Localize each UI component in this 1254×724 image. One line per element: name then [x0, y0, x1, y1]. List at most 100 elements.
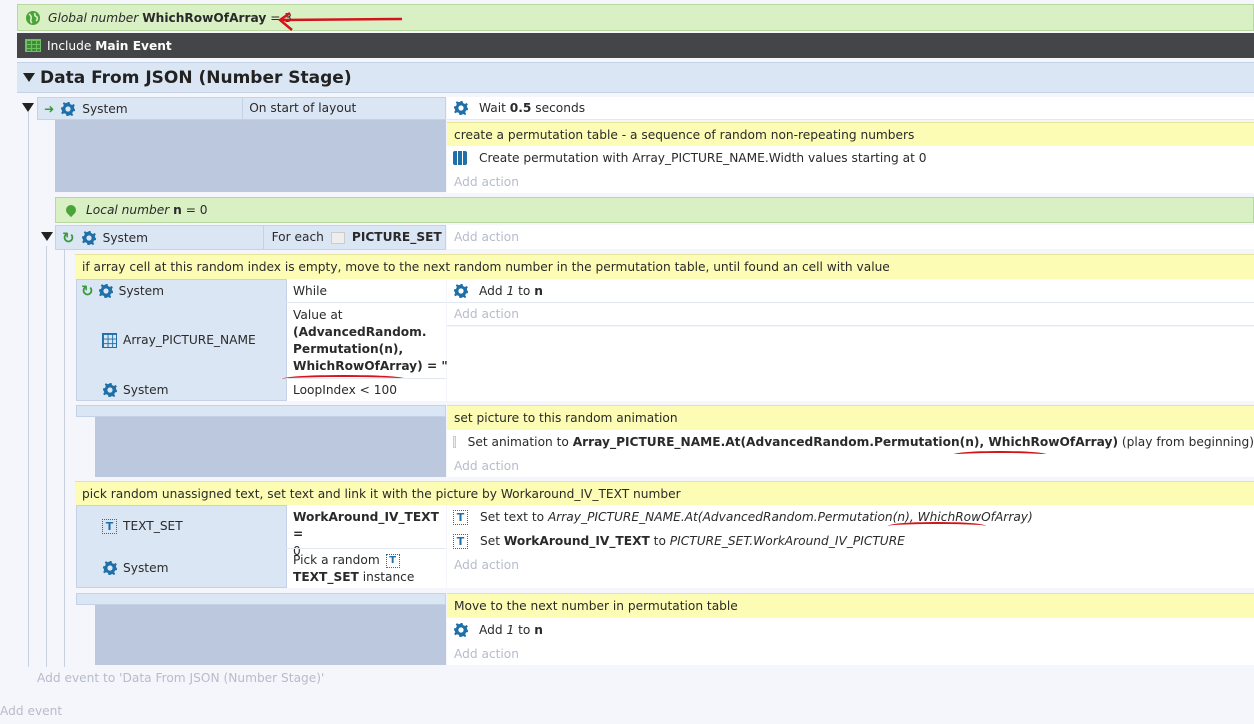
- gear-icon: [81, 230, 96, 245]
- add-event-to-group-link[interactable]: Add event to 'Data From JSON (Number Sta…: [37, 671, 324, 685]
- set-text-label: Set text to: [480, 510, 545, 524]
- gear-icon: [98, 284, 113, 298]
- next-add-action[interactable]: Add action: [447, 642, 1254, 665]
- event2-condition-row[interactable]: ↻ System For each PICTURE_SET: [55, 225, 446, 250]
- advanced-random-icon: [453, 151, 467, 165]
- cond2-line3: Permutation(n),: [293, 342, 404, 356]
- red-arrow-annotation: [277, 11, 403, 31]
- globe-icon: [26, 10, 40, 25]
- add-label: Add: [479, 623, 503, 637]
- event1-object: System: [82, 101, 128, 116]
- pick-random-object: TEXT_SET: [293, 570, 359, 584]
- permutation-text: Create permutation with Array_PICTURE_NA…: [479, 151, 927, 165]
- text-object-icon: T: [385, 553, 400, 568]
- gear-icon: [103, 561, 117, 575]
- pick-action1[interactable]: T Set text to Array_PICTURE_NAME.At(Adva…: [447, 505, 1254, 529]
- to-label: to: [518, 623, 531, 637]
- pin-icon: [63, 202, 79, 218]
- next-comment[interactable]: Move to the next number in permutation t…: [447, 593, 1254, 618]
- sprite-icon: [330, 231, 345, 244]
- array-icon: [102, 332, 117, 348]
- local-variable-row[interactable]: Local number n = 0: [55, 197, 1254, 223]
- text-object-icon: T: [453, 509, 468, 525]
- event2-condition: For each PICTURE_SET: [262, 226, 442, 249]
- global-variable-row[interactable]: Global number WhichRowOfArray = 3: [17, 4, 1254, 31]
- local-variable-name: n: [173, 203, 182, 217]
- text-object-icon: T: [102, 518, 117, 534]
- while-add-action[interactable]: Add action: [447, 303, 1254, 326]
- while-cond3-object: System: [123, 383, 169, 397]
- global-variable-label: Global number: [48, 10, 139, 25]
- event1-collapse-icon[interactable]: [22, 103, 34, 112]
- add-label: Add: [479, 283, 503, 298]
- pick-cond2-text: Pick a random T TEXT_SET instance: [293, 552, 443, 586]
- local-variable-label: Local number: [86, 203, 170, 217]
- pick-cond1[interactable]: T TEXT_SET: [102, 516, 282, 536]
- gear-icon: [454, 623, 468, 637]
- gear-icon: [454, 101, 468, 115]
- event2-collapse-icon[interactable]: [41, 232, 53, 241]
- pick-comment[interactable]: pick random unassigned text, set text an…: [75, 481, 1254, 505]
- set-var-expression: PICTURE_SET.WorkAround_IV_PICTURE: [669, 534, 905, 548]
- next-action[interactable]: Add 1 to n: [447, 618, 1254, 642]
- for-each-object: PICTURE_SET: [351, 230, 442, 244]
- trigger-arrow-icon: ➜: [44, 101, 55, 116]
- wait-unit: seconds: [535, 101, 586, 115]
- sprite-icon: [453, 436, 456, 448]
- group-header[interactable]: Data From JSON (Number Stage): [17, 62, 1254, 93]
- event2-add-action[interactable]: Add action: [447, 225, 1254, 249]
- while-cond1-object: System: [118, 284, 165, 298]
- local-variable-value: = 0: [185, 203, 208, 217]
- for-each-label: For each: [271, 230, 324, 244]
- next-condition-area: [95, 605, 446, 665]
- wait-value: 0.5: [509, 101, 532, 115]
- sheet-icon: [25, 39, 41, 52]
- set-animation-label: Set animation to: [467, 435, 569, 449]
- while-cond2[interactable]: Array_PICTURE_NAME: [102, 330, 282, 350]
- anim-add-action[interactable]: Add action: [447, 454, 1254, 477]
- include-row[interactable]: Include Main Event: [17, 33, 1254, 58]
- event1-comment[interactable]: create a permutation table - a sequence …: [447, 122, 1254, 146]
- pick-action2[interactable]: T Set WorkAround_IV_TEXT to PICTURE_SET.…: [447, 529, 1254, 553]
- collapse-triangle-icon[interactable]: [23, 73, 35, 82]
- while-comment[interactable]: if array cell at this random index is em…: [75, 254, 1254, 279]
- gear-icon: [103, 383, 117, 397]
- pick-add-action[interactable]: Add action: [447, 553, 1254, 577]
- set-animation-expression: Array_PICTURE_NAME.At(AdvancedRandom.Per…: [572, 435, 1119, 449]
- add-variable: n: [534, 283, 543, 298]
- add-variable: n: [534, 623, 543, 637]
- event1-condition-area: [55, 120, 446, 192]
- gear-icon: [61, 101, 76, 116]
- set-var-to: to: [653, 534, 666, 548]
- wait-label: Wait: [479, 101, 506, 115]
- pick-cond1-object: TEXT_SET: [123, 519, 183, 533]
- event1-condition: On start of layout: [242, 98, 356, 119]
- while-cond2-text: Value at (AdvancedRandom. Permutation(n)…: [293, 307, 454, 375]
- pick-cond1-variable: WorkAround_IV_TEXT =: [293, 510, 439, 541]
- while-cond1[interactable]: ↻ System: [79, 281, 284, 301]
- event1-add-action[interactable]: Add action: [447, 170, 1254, 193]
- add-event-link[interactable]: Add event: [0, 704, 62, 718]
- anim-condition-area: [95, 417, 446, 477]
- pick-cond2[interactable]: System: [102, 558, 282, 578]
- while-action[interactable]: Add 1 to n: [447, 279, 1254, 303]
- event1-action-wait[interactable]: Wait 0.5 seconds: [447, 97, 1254, 120]
- cond2-line1: Value at: [293, 308, 343, 322]
- next-condition-strip[interactable]: [76, 593, 446, 605]
- pick-cond2-object: System: [123, 561, 169, 575]
- while-cond3[interactable]: System: [102, 380, 282, 400]
- to-label: to: [518, 283, 531, 298]
- event1-condition-row[interactable]: ➜ System On start of layout: [37, 97, 446, 120]
- global-variable-name: WhichRowOfArray: [142, 10, 267, 25]
- anim-comment[interactable]: set picture to this random animation: [447, 405, 1254, 430]
- cond2-line2: (AdvancedRandom.: [293, 325, 427, 339]
- while-cond3-text: LoopIndex < 100: [293, 383, 397, 397]
- set-var-label: Set: [480, 534, 501, 548]
- event1-action-permutation[interactable]: Create permutation with Array_PICTURE_NA…: [447, 146, 1254, 170]
- text-object-icon: T: [453, 533, 468, 549]
- anim-action[interactable]: Set animation to Array_PICTURE_NAME.At(A…: [447, 430, 1254, 454]
- set-var-name: WorkAround_IV_TEXT: [503, 534, 650, 548]
- anim-condition-strip[interactable]: [76, 405, 446, 417]
- while-cond2-object: Array_PICTURE_NAME: [123, 333, 256, 347]
- group-title: Data From JSON (Number Stage): [40, 67, 352, 88]
